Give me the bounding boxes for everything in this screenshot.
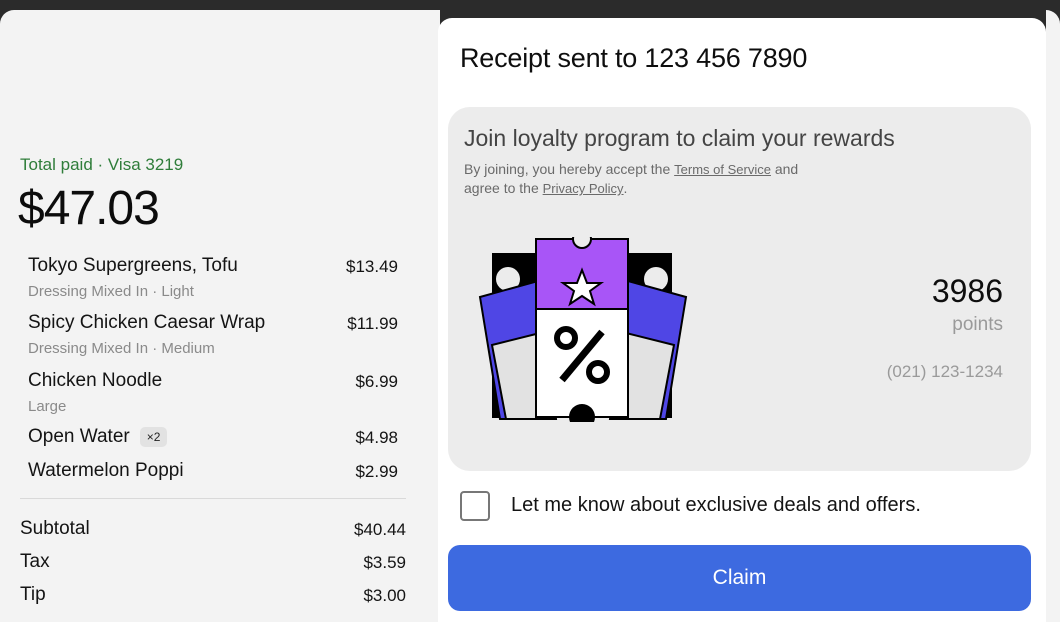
- item-name: Watermelon Poppi: [28, 460, 184, 481]
- subtotal-value: $40.44: [354, 520, 406, 539]
- summary-divider: [20, 498, 406, 499]
- tip-row: Tip $3.00: [20, 584, 406, 608]
- terms-of-service-link[interactable]: Terms of Service: [674, 162, 771, 177]
- item-name: Spicy Chicken Caesar Wrap: [28, 312, 266, 333]
- tip-value: $3.00: [363, 586, 406, 605]
- tax-row: Tax $3.59: [20, 551, 406, 575]
- subtotal-row: Subtotal $40.44: [20, 518, 406, 542]
- tip-label: Tip: [20, 584, 46, 605]
- quantity-badge: ×2: [139, 427, 168, 447]
- coupon-tickets-icon: [478, 237, 688, 422]
- item-price: $11.99: [347, 314, 398, 333]
- points-value: 3986: [931, 273, 1003, 309]
- tax-label: Tax: [20, 551, 50, 572]
- tax-value: $3.59: [363, 553, 406, 572]
- item-name: Open Water: [28, 426, 130, 447]
- claim-button[interactable]: Claim: [448, 545, 1031, 611]
- privacy-policy-link[interactable]: Privacy Policy: [543, 181, 624, 196]
- item-modifier: Large: [28, 398, 67, 415]
- item-price: $4.98: [355, 428, 398, 447]
- loyalty-terms-text: By joining, you hereby accept the Terms …: [464, 161, 799, 196]
- item-name: Tokyo Supergreens, Tofu: [28, 255, 238, 276]
- total-paid-amount: $47.03: [18, 182, 160, 235]
- loyalty-title: Join loyalty program to claim your rewar…: [464, 125, 895, 151]
- item-price: $13.49: [346, 257, 398, 276]
- item-price: $6.99: [355, 372, 398, 391]
- offers-checkbox-label[interactable]: Let me know about exclusive deals and of…: [511, 494, 921, 517]
- item-price: $2.99: [355, 462, 398, 481]
- item-name: Chicken Noodle: [28, 370, 163, 391]
- points-label: points: [952, 314, 1003, 335]
- offers-checkbox[interactable]: [460, 491, 490, 521]
- receipt-sent-title: Receipt sent to 123 456 7890: [460, 43, 808, 73]
- loyalty-card: Join loyalty program to claim your rewar…: [448, 107, 1031, 471]
- payment-method-label: Total paid · Visa 3219: [20, 155, 184, 174]
- subtotal-label: Subtotal: [20, 518, 90, 539]
- item-modifier: Dressing Mixed In · Medium: [28, 340, 215, 357]
- item-modifier: Dressing Mixed In · Light: [28, 283, 194, 300]
- phone-number: (021) 123-1234: [886, 362, 1003, 381]
- panel-edge: [1046, 10, 1060, 622]
